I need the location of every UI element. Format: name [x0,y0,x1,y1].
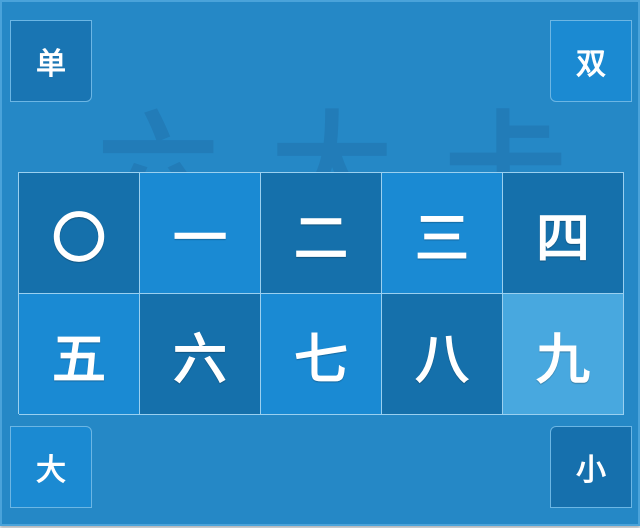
number-cell-5[interactable]: 五 [19,294,140,415]
number-cell-6[interactable]: 六 [140,294,261,415]
number-grid: 〇 一 二 三 四 五 六 七 八 九 [18,172,624,415]
number-cell-8[interactable]: 八 [382,294,503,415]
number-cell-1[interactable]: 一 [140,173,261,294]
number-cell-7[interactable]: 七 [261,294,382,415]
bet-odd-button[interactable]: 单 [10,20,92,102]
game-board: 六 大 卡 单 双 大 小 〇 一 二 三 四 五 六 七 八 九 [0,0,640,526]
number-cell-3[interactable]: 三 [382,173,503,294]
bet-small-button[interactable]: 小 [550,426,632,508]
number-cell-4[interactable]: 四 [503,173,624,294]
number-cell-9[interactable]: 九 [503,294,624,415]
number-cell-2[interactable]: 二 [261,173,382,294]
bet-even-button[interactable]: 双 [550,20,632,102]
bet-big-button[interactable]: 大 [10,426,92,508]
number-cell-0[interactable]: 〇 [19,173,140,294]
